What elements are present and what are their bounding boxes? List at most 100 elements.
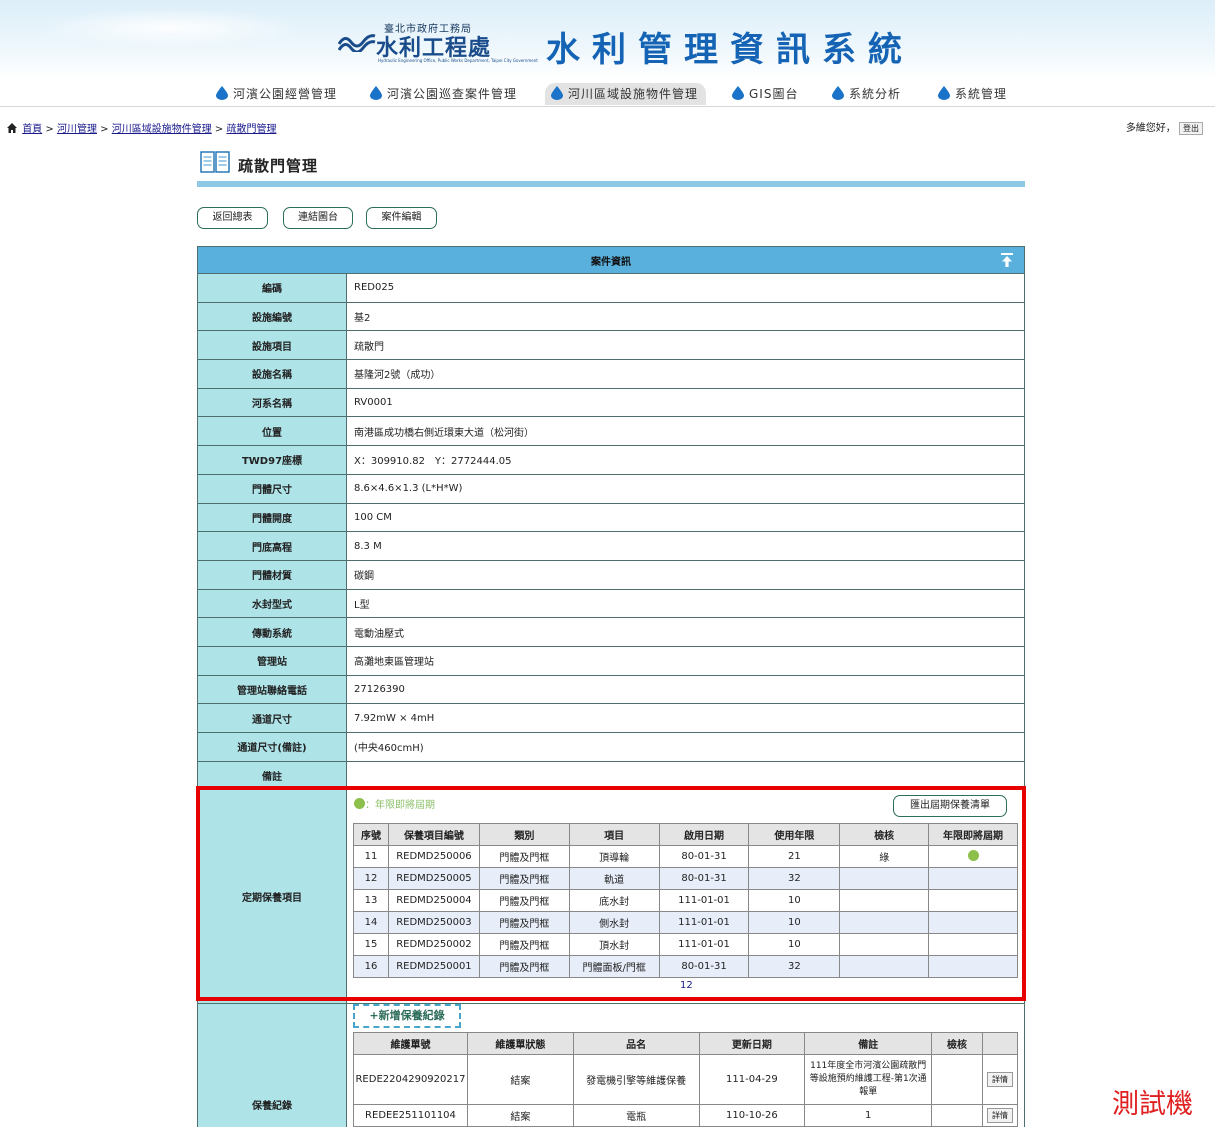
add-maintenance-record-button[interactable]: +新增保養紀錄	[353, 1004, 461, 1028]
nav-item-analysis[interactable]: 系統分析	[826, 83, 909, 105]
site-header: 臺北市政府工務局 水利工程處 Hydraulic Engineering Off…	[0, 0, 1215, 107]
green-dot-icon	[354, 798, 365, 809]
cell-check	[839, 955, 930, 978]
expiring-dot-icon	[967, 850, 979, 861]
cell-start-date: 111-01-01	[658, 911, 750, 934]
home-icon	[7, 123, 17, 133]
cell-code: REDMD250006	[387, 845, 480, 868]
cell-category: 門體及門框	[478, 911, 570, 934]
info-row: 門體材質 碳鋼	[197, 559, 1025, 590]
cell-item: 門體面板/門框	[568, 955, 660, 978]
detail-button[interactable]: 詳情	[986, 1108, 1013, 1123]
breadcrumb-river-management[interactable]: 河川管理	[57, 124, 97, 135]
case-info-title: 案件資訊	[591, 256, 631, 268]
info-label: 設施名稱	[197, 359, 347, 389]
cell-check	[839, 933, 930, 956]
water-drop-icon	[370, 86, 382, 100]
info-row: 門體開度 100 CM	[197, 502, 1025, 533]
breadcrumb-evac-gate[interactable]: 疏散門管理	[226, 124, 276, 135]
column-header: 序號	[353, 823, 389, 846]
info-value: 碳鋼	[346, 559, 1025, 590]
table-row: 12 REDMD250005 門體及門框 軌道 80-01-31 32	[353, 867, 1018, 890]
info-value: 高灘地東區管理站	[346, 645, 1025, 676]
info-value: 疏散門	[346, 330, 1025, 361]
column-header: 使用年限	[748, 823, 841, 846]
cell-name: 發電機引擎等維護保養	[572, 1054, 700, 1105]
nav-item-patrol-cases[interactable]: 河濱公園巡查案件管理	[364, 83, 525, 105]
cell-category: 門體及門框	[478, 845, 570, 868]
breadcrumb-river-facilities[interactable]: 河川區域設施物件管理	[112, 124, 212, 135]
cell-record-id: REDE2204290920217	[353, 1054, 468, 1105]
link-map-button[interactable]: 連結圖台	[283, 207, 353, 229]
breadcrumb-home[interactable]: 首頁	[22, 124, 42, 135]
cell-start-date: 111-01-01	[658, 889, 750, 912]
cell-years: 32	[748, 867, 841, 890]
page-link-2[interactable]: 2	[686, 980, 692, 991]
cell-status: 結案	[466, 1054, 574, 1105]
cell-code: REDMD250005	[387, 867, 480, 890]
info-label: 門體尺寸	[197, 473, 347, 504]
logout-button[interactable]: 登出	[1179, 122, 1203, 135]
info-value: 南港區成功橋右側近環東大道（松河街）	[346, 416, 1025, 447]
edit-case-button[interactable]: 案件編輯	[366, 207, 437, 229]
water-drop-icon	[551, 86, 563, 100]
nav-item-park-management[interactable]: 河濱公園經營管理	[210, 83, 345, 105]
table-row: REDE2204290920217 結案 發電機引擎等維護保養 111-04-2…	[353, 1054, 1019, 1105]
cell-check	[931, 1104, 983, 1127]
info-row: 水封型式 L型	[197, 588, 1025, 619]
info-label: TWD97座標	[197, 445, 347, 475]
info-row: 傳動系統 電動油壓式	[197, 617, 1025, 647]
nav-label: 系統管理	[955, 87, 1008, 101]
logo[interactable]: 臺北市政府工務局 水利工程處 Hydraulic Engineering Off…	[338, 18, 902, 70]
cell-note: 1	[804, 1104, 933, 1127]
nav-item-river-facilities[interactable]: 河川區域設施物件管理	[545, 83, 707, 105]
column-header: 檢核	[931, 1032, 983, 1055]
column-header: 維護單號	[353, 1032, 468, 1055]
cell-item: 底水封	[568, 889, 660, 912]
cell-record-id: REDEE251101104	[353, 1104, 468, 1127]
cell-category: 門體及門框	[478, 955, 570, 978]
cell-code: REDMD250002	[387, 933, 480, 956]
table-row: 13 REDMD250004 門體及門框 底水封 111-01-01 10	[353, 889, 1018, 912]
nav-item-gis[interactable]: GIS圖台	[726, 83, 806, 105]
table-header-row: 序號 保養項目編號 類別 項目 啟用日期 使用年限 檢核 年限即將屆期	[353, 823, 1018, 846]
cell-years: 10	[748, 933, 841, 956]
cell-action: 詳情	[981, 1054, 1019, 1105]
cell-check	[839, 889, 930, 912]
info-value: RV0001	[346, 387, 1025, 418]
info-label: 門體材質	[197, 559, 347, 590]
column-header: 更新日期	[698, 1032, 806, 1055]
cell-expiring	[928, 911, 1018, 934]
info-row: 設施名稱 基隆河2號（成功）	[197, 359, 1025, 389]
column-header: 保養項目編號	[387, 823, 480, 846]
info-value: 7.92mW × 4mH	[346, 703, 1025, 733]
cell-no: 13	[353, 889, 389, 912]
info-value: X：309910.82 Y：2772444.05	[346, 445, 1025, 475]
cell-years: 21	[748, 845, 841, 868]
info-row: 河系名稱 RV0001	[197, 387, 1025, 418]
system-title: 水利管理資訊系統	[546, 30, 914, 70]
cell-check	[839, 867, 930, 890]
back-to-list-button[interactable]: 返回總表	[197, 207, 268, 229]
column-header: 年限即將屆期	[928, 823, 1018, 846]
back-to-top-icon[interactable]	[1000, 253, 1014, 267]
cell-expiring	[928, 933, 1018, 956]
info-row: 管理站 高灘地東區管理站	[197, 645, 1025, 676]
detail-button[interactable]: 詳情	[986, 1072, 1013, 1087]
breadcrumb-separator: >	[214, 124, 224, 135]
cell-item: 側水封	[568, 911, 660, 934]
user-bar: 多維您好， 登出	[1126, 119, 1203, 135]
nav-item-system[interactable]: 系統管理	[932, 83, 1015, 105]
info-value: RED025	[346, 273, 1025, 303]
info-label: 通道尺寸	[197, 703, 347, 733]
column-header: 檢核	[839, 823, 930, 846]
info-row: 設施編號 基2	[197, 301, 1025, 332]
cell-no: 16	[353, 955, 389, 978]
info-value: (中央460cmH)	[346, 732, 1025, 762]
table-row: 11 REDMD250006 門體及門框 頂導輪 80-01-31 21 綠	[353, 845, 1018, 868]
cell-start-date: 80-01-31	[658, 867, 750, 890]
export-expiring-list-button[interactable]: 匯出屆期保養清單	[893, 795, 1007, 817]
cell-code: REDMD250001	[387, 955, 480, 978]
breadcrumb-separator: >	[100, 124, 109, 135]
cell-start-date: 111-01-01	[658, 933, 750, 956]
